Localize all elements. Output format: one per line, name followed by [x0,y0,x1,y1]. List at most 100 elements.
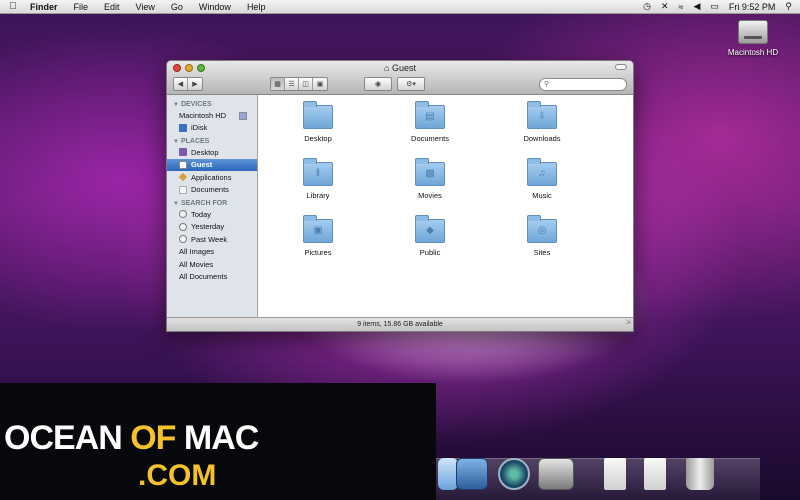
window-titlebar[interactable]: ⌂ Guest ◀ ▶ ▦ ☰ ◫ ▣ ◉ ⚙▾ ⚲ [167,61,633,95]
folder-icon [303,101,333,129]
menu-edit[interactable]: Edit [96,2,128,12]
clock[interactable]: Fri 9:52 PM [729,2,776,12]
toolbar-toggle-button[interactable] [615,64,627,70]
dock-system-preferences-icon[interactable] [538,458,574,490]
folder-documents[interactable]: ▤ Documents [385,101,475,143]
sites-folder-icon: ◎ [527,215,557,243]
applications-icon [178,173,188,182]
forward-button[interactable]: ▶ [188,78,202,90]
sidebar-item-all-movies[interactable]: All Movies [167,112,257,271]
folder-desktop[interactable]: Desktop [273,101,363,143]
action-control: ⚙▾ [397,77,425,91]
sidebar-item-label: Yesterday [191,222,225,232]
menu-bar:  Finder File Edit View Go Window Help ◷… [0,0,800,14]
search-icon: ⚲ [544,81,550,88]
apple-menu-icon[interactable]:  [0,1,26,12]
wifi-icon[interactable]: ≈ [679,2,684,12]
sidebar-item-label: Past Week [191,234,228,244]
sidebar-item-idisk[interactable]: iDisk [167,122,257,135]
pictures-folder-icon: ▣ [303,215,333,243]
sidebar-item-desktop[interactable]: Desktop [167,146,257,159]
desktop-drive-icon[interactable]: Macintosh HD [724,20,782,57]
folder-library[interactable]: ‖ Library [273,158,363,200]
search-field[interactable]: ⚲ [539,78,627,91]
sidebar-item-label: Macintosh HD [179,110,227,120]
sidebar-item-documents[interactable]: Documents [167,184,257,197]
back-forward-control: ◀ ▶ [173,77,203,91]
menu-file[interactable]: File [66,2,97,12]
folder-label: Documents [411,134,449,143]
menu-finder[interactable]: Finder [26,2,66,12]
icon-view-button[interactable]: ▦ [271,78,285,90]
sidebar-item-applications[interactable]: Applications [167,171,257,184]
quick-look-eye-icon[interactable]: ◉ [365,78,391,90]
folder-public[interactable]: ◆ Public [385,215,475,257]
desktop-drive-label: Macintosh HD [727,48,779,57]
dock-time-machine-icon[interactable] [498,458,530,490]
sidebar-header-devices[interactable]: ▼ DEVICES [167,97,257,109]
folder-label: Movies [418,191,442,200]
sidebar-header-search-for[interactable]: ▼ SEARCH FOR [167,196,257,208]
sidebar-item-all-documents[interactable]: All Documents [167,112,257,284]
action-gear-icon[interactable]: ⚙▾ [398,78,424,90]
menu-window[interactable]: Window [191,2,239,12]
cover-flow-button[interactable]: ▣ [313,78,327,90]
back-button[interactable]: ◀ [174,78,188,90]
sidebar-item-today[interactable]: Today [167,208,257,221]
dock-pdf-document-icon[interactable] [604,458,626,490]
dock-trash-icon[interactable] [686,458,714,490]
dock-dashboard-icon[interactable] [456,458,488,490]
watermark-banner: OCEAN OF MAC .COM [0,383,436,500]
document-icon [179,185,187,194]
sidebar-item-label: iDisk [191,123,208,133]
dock-pdf-document-icon[interactable] [644,458,666,490]
menu-help[interactable]: Help [239,2,274,12]
clock-icon [179,210,187,219]
view-switcher: ▦ ☰ ◫ ▣ [270,77,328,91]
sidebar-item-past-week[interactable]: Past Week [167,233,257,246]
sidebar-item-yesterday[interactable]: Yesterday [167,221,257,234]
smart-folder-icon [239,112,247,120]
sidebar-header-places[interactable]: ▼ PLACES [167,134,257,146]
sidebar-item-label: All Movies [179,259,214,269]
menu-view[interactable]: View [128,2,163,12]
sidebar-item-guest[interactable]: Guest [167,158,257,171]
icon-view: Desktop ▤ Documents ⇩ Downloads ‖ Librar… [259,95,633,319]
watermark-mac: MAC [175,419,259,457]
battery-icon[interactable]: ▭ [710,1,719,12]
time-machine-icon[interactable]: ◷ [643,1,651,12]
home-icon [179,160,187,169]
quick-look-control: ◉ [364,77,392,91]
watermark-logo-text: OCEAN OF MAC [4,419,259,458]
folder-pictures[interactable]: ▣ Pictures [273,215,363,257]
folder-label: Public [419,248,441,257]
folder-label: Music [532,191,552,200]
sidebar-item-all-images[interactable]: All Images [167,112,257,259]
home-icon: ⌂ [384,63,390,73]
resize-grip-icon[interactable]: ⇲ [625,316,631,329]
clock-icon [179,222,187,231]
sidebar-item-label: Applications [191,172,232,182]
column-view-button[interactable]: ◫ [299,78,313,90]
downloads-folder-icon: ⇩ [527,101,557,129]
music-folder-icon: ♫ [527,158,557,186]
sidebar-item-label: Desktop [191,147,219,157]
folder-music[interactable]: ♫ Music [497,158,587,200]
volume-icon[interactable]: ◀ [693,1,700,12]
menu-go[interactable]: Go [163,2,191,12]
list-view-button[interactable]: ☰ [285,78,299,90]
folder-downloads[interactable]: ⇩ Downloads [497,101,587,143]
sidebar-item-label: All Documents [179,272,228,282]
dock-preview-icon[interactable] [438,458,458,490]
bluetooth-icon[interactable]: ✕ [661,1,669,12]
folder-sites[interactable]: ◎ Sites [497,215,587,257]
spotlight-icon[interactable]: ⚲ [785,1,792,12]
folder-label: Sites [533,248,551,257]
sidebar-item-label: Guest [191,160,213,170]
folder-label: Library [306,191,330,200]
watermark-ocean: OCEAN [4,419,131,457]
folder-movies[interactable]: ▩ Movies [385,158,475,200]
movies-folder-icon: ▩ [415,158,445,186]
documents-folder-icon: ▤ [415,101,445,129]
library-folder-icon: ‖ [303,158,333,186]
